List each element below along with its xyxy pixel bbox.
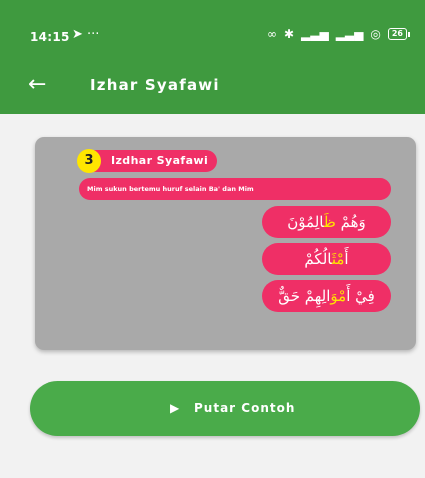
example-1[interactable]: وَهُمْ ظَالِمُوْنَ <box>262 206 391 238</box>
play-icon: ▶ <box>170 401 180 415</box>
navigation-arrow-icon: ➤ <box>72 27 83 42</box>
back-arrow-icon[interactable]: ← <box>28 72 46 98</box>
example-2[interactable]: أَمْثَالُكُمْ <box>262 243 391 275</box>
play-button-label: Putar Contoh <box>194 401 296 415</box>
signal-1-icon: ▂▃▅ <box>301 27 329 41</box>
play-example-button[interactable]: ▶ Putar Contoh <box>30 381 420 436</box>
wifi-icon: ◎ <box>370 27 381 41</box>
mute-icon: ✱ <box>283 27 294 41</box>
more-dots-icon: ··· <box>87 27 100 42</box>
link-icon: ∞ <box>266 27 277 41</box>
signal-2-icon: ▂▃▅ <box>335 27 364 41</box>
card-description: Mim sukun bertemu huruf selain Ba' dan M… <box>79 178 391 200</box>
status-time: 14:15 <box>30 30 70 44</box>
example-3[interactable]: فِيْ أَمْوَالِهِمْ حَقٌّ <box>262 280 391 312</box>
card-heading: Izdhar Syafawi <box>111 154 209 167</box>
app-bar: ← Izhar Syafawi <box>0 62 425 114</box>
battery-icon: 26 <box>387 28 411 40</box>
card-number-badge: 3 <box>77 149 101 173</box>
card-heading-pill: 3 Izdhar Syafawi <box>77 149 217 173</box>
page-title: Izhar Syafawi <box>90 76 220 94</box>
example-card: 3 Izdhar Syafawi Mim sukun bertemu huruf… <box>35 137 416 350</box>
status-bar: 14:15 ➤ ··· ∞ ✱ ▂▃▅ ▂▃▅ ◎ 26 <box>0 0 425 62</box>
